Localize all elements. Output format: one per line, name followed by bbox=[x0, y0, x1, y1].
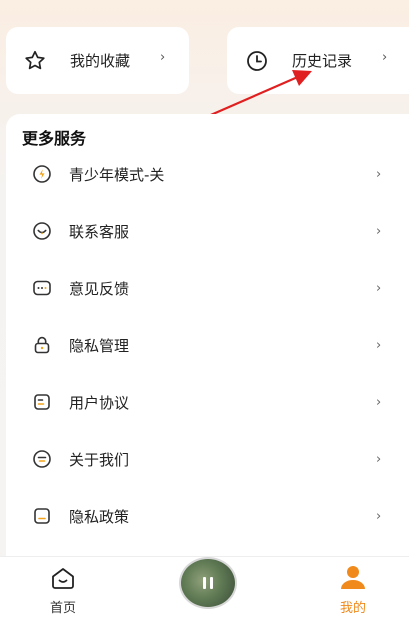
history-card[interactable]: 历史记录 › bbox=[227, 27, 409, 94]
star-icon bbox=[21, 47, 49, 75]
tab-mine-label: 我的 bbox=[339, 601, 366, 616]
chevron-right-icon: › bbox=[376, 223, 382, 239]
mini-player-button[interactable] bbox=[179, 557, 237, 609]
chevron-right-icon: › bbox=[376, 280, 382, 296]
chevron-right-icon: › bbox=[376, 337, 382, 353]
menu-item-label: 隐私管理 bbox=[69, 336, 130, 355]
tab-home[interactable]: 首页 bbox=[23, 557, 103, 627]
chevron-right-icon: › bbox=[376, 508, 382, 524]
person-icon bbox=[339, 565, 367, 591]
feedback-icon bbox=[32, 278, 52, 298]
menu-item-label: 联系客服 bbox=[69, 222, 130, 241]
menu-item-privacy-policy[interactable]: 隐私政策 › bbox=[6, 488, 409, 544]
privacy-policy-icon bbox=[32, 506, 52, 526]
agreement-icon bbox=[32, 392, 52, 412]
menu-item-label: 青少年模式-关 bbox=[69, 165, 165, 184]
chevron-right-icon: › bbox=[376, 166, 382, 182]
history-label: 历史记录 bbox=[292, 52, 353, 70]
chevron-right-icon: › bbox=[160, 50, 166, 65]
more-services-panel: 更多服务 青少年模式-关 › 联系客服 › 意见反馈 › 隐私管理 › 用户协议… bbox=[6, 114, 409, 559]
customer-service-icon bbox=[32, 221, 52, 241]
menu-item-privacy-management[interactable]: 隐私管理 › bbox=[6, 317, 409, 373]
pause-icon bbox=[201, 577, 215, 589]
clock-icon bbox=[243, 47, 271, 75]
menu-item-user-agreement[interactable]: 用户协议 › bbox=[6, 374, 409, 430]
menu-item-customer-service[interactable]: 联系客服 › bbox=[6, 203, 409, 259]
favorites-label: 我的收藏 bbox=[70, 52, 131, 70]
lock-icon bbox=[32, 335, 52, 355]
home-icon bbox=[49, 565, 77, 591]
menu-item-teen-mode[interactable]: 青少年模式-关 › bbox=[6, 146, 409, 202]
tab-mine[interactable]: 我的 bbox=[313, 557, 393, 627]
menu-item-label: 意见反馈 bbox=[69, 279, 130, 298]
menu-item-label: 隐私政策 bbox=[69, 507, 130, 526]
teen-mode-icon bbox=[32, 164, 52, 184]
about-icon bbox=[32, 449, 52, 469]
menu-item-feedback[interactable]: 意见反馈 › bbox=[6, 260, 409, 316]
menu-item-about-us[interactable]: 关于我们 › bbox=[6, 431, 409, 487]
chevron-right-icon: › bbox=[376, 394, 382, 410]
menu-item-label: 用户协议 bbox=[69, 393, 130, 412]
chevron-right-icon: › bbox=[376, 451, 382, 467]
tab-home-label: 首页 bbox=[49, 601, 76, 616]
menu-item-label: 关于我们 bbox=[69, 450, 130, 469]
chevron-right-icon: › bbox=[382, 50, 388, 65]
favorites-card[interactable]: 我的收藏 › bbox=[6, 27, 189, 94]
